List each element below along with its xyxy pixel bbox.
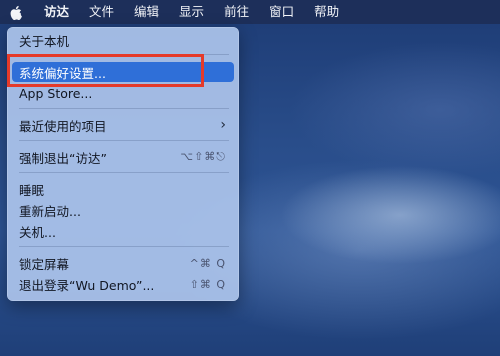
menu-item-shutdown[interactable]: 关机... [12, 221, 234, 241]
chevron-right-icon: › [220, 117, 226, 133]
menu-item-label: 锁定屏幕 [19, 256, 70, 272]
shortcut-label: ⇧⌘ Q [189, 277, 226, 291]
menu-item-label: 重新启动... [19, 203, 81, 219]
annotation-highlight-box [7, 54, 204, 87]
shortcut-label: ⌥⇧⌘⎋ [180, 150, 226, 163]
menu-item-recent-items[interactable]: 最近使用的项目 › [12, 115, 234, 135]
menu-separator [19, 140, 229, 141]
menu-item-log-out[interactable]: 退出登录“Wu Demo”... ⇧⌘ Q [12, 274, 234, 294]
menu-item-force-quit[interactable]: 强制退出“访达” ⌥⇧⌘⎋ [12, 147, 234, 167]
shortcut-label: ^⌘ Q [189, 256, 226, 270]
menu-item-label: 强制退出“访达” [19, 150, 107, 166]
menu-finder[interactable]: 访达 [34, 0, 79, 24]
menu-window[interactable]: 窗口 [259, 0, 304, 24]
menu-item-label: 退出登录“Wu Demo”... [19, 277, 155, 293]
menu-separator [19, 108, 229, 109]
menu-bar: 访达 文件 编辑 显示 前往 窗口 帮助 [0, 0, 500, 24]
menu-file[interactable]: 文件 [79, 0, 124, 24]
menu-item-label: 关机... [19, 224, 56, 240]
menu-item-label: 最近使用的项目 [19, 118, 107, 134]
apple-logo-icon[interactable] [0, 0, 30, 24]
menu-item-label: 关于本机 [19, 33, 70, 49]
menu-help[interactable]: 帮助 [304, 0, 349, 24]
menu-edit[interactable]: 编辑 [124, 0, 169, 24]
menu-item-lock-screen[interactable]: 锁定屏幕 ^⌘ Q [12, 253, 234, 273]
menu-item-restart[interactable]: 重新启动... [12, 200, 234, 220]
menu-go[interactable]: 前往 [214, 0, 259, 24]
menu-item-label: App Store... [19, 85, 93, 101]
menu-item-label: 睡眠 [19, 182, 45, 198]
menu-item-sleep[interactable]: 睡眠 [12, 179, 234, 199]
menu-separator [19, 172, 229, 173]
menu-view[interactable]: 显示 [169, 0, 214, 24]
menu-separator [19, 246, 229, 247]
menu-item-about[interactable]: 关于本机 [12, 30, 234, 50]
